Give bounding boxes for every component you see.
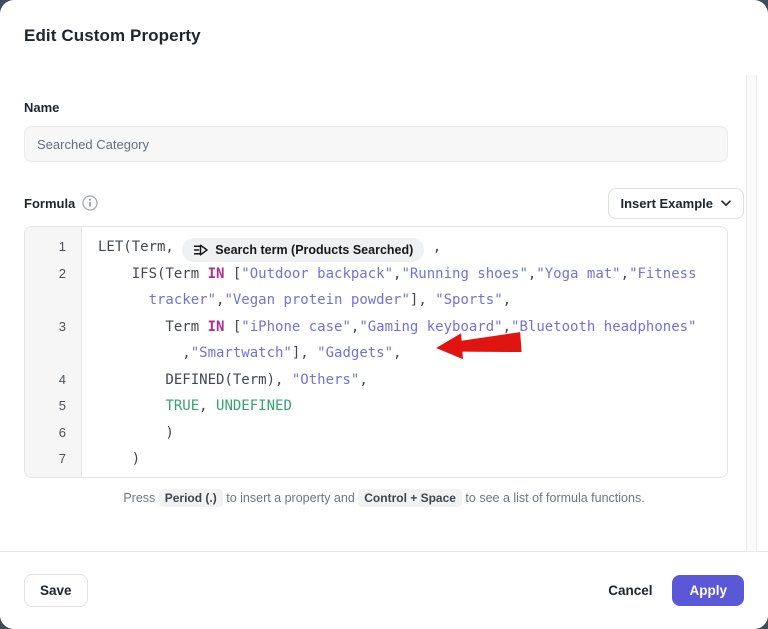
line-number: 7 (25, 446, 82, 473)
info-icon[interactable] (82, 195, 98, 211)
line-number: 5 (25, 393, 82, 420)
line-number (25, 340, 82, 367)
line-number: 3 (25, 314, 82, 341)
formula-editor[interactable]: 1LET(Term, Search term (Products Searche… (24, 226, 728, 478)
code-row: ,"Smartwatch"], "Gadgets", (25, 340, 727, 367)
code-row: 1LET(Term, Search term (Products Searche… (25, 234, 727, 261)
formula-row: Formula Insert Example (24, 188, 744, 218)
property-chip[interactable]: Search term (Products Searched) (182, 238, 424, 262)
line-number: 4 (25, 367, 82, 394)
name-input[interactable] (24, 126, 728, 162)
vertical-scrollbar[interactable] (746, 75, 757, 551)
chevron-down-icon (721, 200, 731, 207)
code-row: 3 Term IN ["iPhone case","Gaming keyboar… (25, 314, 727, 341)
property-chip-label: Search term (Products Searched) (215, 237, 413, 264)
insert-example-label: Insert Example (621, 196, 714, 211)
code-row: 4 DEFINED(Term), "Others", (25, 367, 727, 394)
line-number: 6 (25, 420, 82, 447)
code-row: 7 ) (25, 446, 727, 473)
keyboard-shortcut-chip: Period (.) (159, 489, 223, 507)
insert-example-button[interactable]: Insert Example (608, 188, 745, 219)
line-number: 2 (25, 261, 82, 288)
apply-button[interactable]: Apply (672, 575, 744, 606)
cancel-button[interactable]: Cancel (606, 575, 654, 606)
edit-custom-property-modal: Edit Custom Property Name Formula Insert… (0, 0, 768, 629)
modal-title: Edit Custom Property (24, 26, 744, 46)
code-row: 6 ) (25, 420, 727, 447)
property-chip-icon (193, 243, 208, 257)
name-label: Name (24, 100, 744, 115)
keyboard-shortcut-chip: Control + Space (358, 489, 462, 507)
line-number: 1 (25, 234, 82, 261)
modal-footer: Save Cancel Apply (0, 551, 768, 629)
modal-body: Name Formula Insert Example (0, 100, 768, 505)
code-row: 2 IFS(Term IN ["Outdoor backpack","Runni… (25, 261, 727, 288)
modal-header: Edit Custom Property (0, 0, 768, 46)
keyboard-hint: Press Period (.) to insert a property an… (24, 491, 744, 505)
save-button[interactable]: Save (24, 574, 88, 607)
formula-label: Formula (24, 196, 75, 211)
code-row: 5 TRUE, UNDEFINED (25, 393, 727, 420)
line-number (25, 287, 82, 314)
code-row: tracker","Vegan protein powder"], "Sport… (25, 287, 727, 314)
